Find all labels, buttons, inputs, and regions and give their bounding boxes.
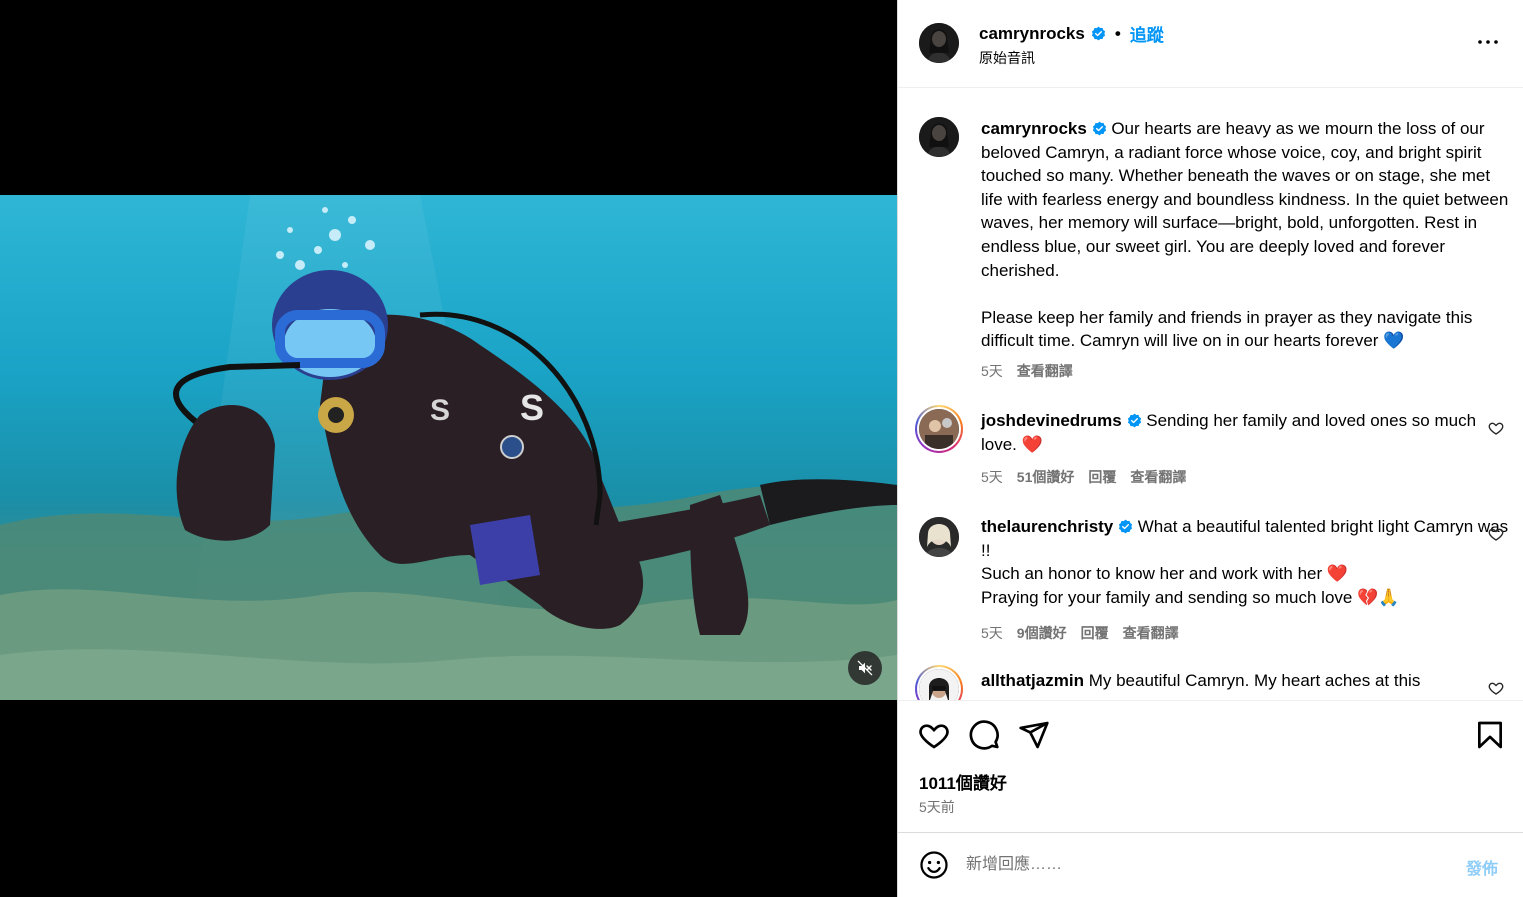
post-header: camrynrocks • 追蹤 原始音訊 bbox=[898, 0, 1523, 88]
reply-button[interactable]: 回覆 bbox=[1081, 623, 1109, 643]
comment-body-line-3: Praying for your family and sending so m… bbox=[981, 587, 1400, 607]
comment-text: allthatjazmin My beautiful Camryn. My he… bbox=[981, 669, 1511, 693]
see-translation-button[interactable]: 查看翻譯 bbox=[1123, 623, 1179, 643]
emoji-picker-icon[interactable] bbox=[919, 850, 949, 880]
save-bookmark-icon[interactable] bbox=[1474, 719, 1506, 751]
like-comment-heart-icon[interactable] bbox=[1488, 526, 1504, 542]
caption-meta: 5天 查看翻譯 bbox=[981, 361, 1073, 381]
like-comment-heart-icon[interactable] bbox=[1488, 420, 1504, 436]
commenter-avatar[interactable] bbox=[919, 517, 959, 557]
post-dialog: S S camrynrocks • 追蹤 原始音訊 camrynrocks Ou… bbox=[0, 0, 1523, 897]
author-avatar[interactable] bbox=[919, 23, 959, 63]
caption-username[interactable]: camrynrocks bbox=[981, 119, 1087, 138]
muted-speaker-icon bbox=[857, 660, 873, 676]
comment-text: thelaurenchristy What a beautiful talent… bbox=[981, 515, 1511, 609]
comment-avatar-story-ring[interactable] bbox=[915, 665, 963, 700]
caption-paragraph-2: Please keep her family and friends in pr… bbox=[981, 307, 1473, 351]
commenter-username[interactable]: allthatjazmin bbox=[981, 671, 1084, 690]
comment-avatar-story-ring[interactable] bbox=[915, 405, 963, 453]
post-actions: 1011個讚好 5天前 bbox=[898, 700, 1523, 832]
media-pane: S S bbox=[0, 0, 897, 897]
like-heart-icon[interactable] bbox=[918, 719, 950, 751]
reply-button[interactable]: 回覆 bbox=[1088, 467, 1116, 487]
comments-list[interactable]: camrynrocks Our hearts are heavy as we m… bbox=[898, 89, 1523, 700]
author-line: camrynrocks • 追蹤 bbox=[979, 21, 1164, 46]
video-player[interactable]: S S bbox=[0, 195, 897, 700]
separator-dot: • bbox=[1114, 23, 1121, 43]
see-translation-button[interactable]: 查看翻譯 bbox=[1017, 361, 1073, 381]
mute-toggle-button[interactable] bbox=[848, 651, 882, 685]
comment-body-line-2: Such an honor to know her and work with … bbox=[981, 564, 1349, 584]
author-username[interactable]: camrynrocks bbox=[979, 24, 1085, 44]
video-frame-illustration: S S bbox=[0, 195, 897, 700]
verified-badge-icon bbox=[1092, 121, 1106, 136]
verified-badge-icon bbox=[1091, 26, 1105, 41]
verified-badge-icon bbox=[1118, 519, 1133, 534]
commenter-username[interactable]: thelaurenchristy bbox=[981, 517, 1113, 536]
comment-meta: 5天 51個讚好 回覆 查看翻譯 bbox=[981, 467, 1186, 487]
comment-body: My beautiful Camryn. My heart aches at t… bbox=[1088, 671, 1421, 690]
comment-text: joshdevinedrums Sending her family and l… bbox=[981, 409, 1511, 456]
post-likes-count[interactable]: 1011個讚好 bbox=[919, 769, 1007, 794]
svg-text:S: S bbox=[520, 387, 544, 428]
caption-text: camrynrocks Our hearts are heavy as we m… bbox=[981, 117, 1511, 353]
post-side-panel: camrynrocks • 追蹤 原始音訊 camrynrocks Our he… bbox=[897, 0, 1523, 897]
commenter-avatar bbox=[919, 669, 959, 700]
share-paper-plane-icon[interactable] bbox=[1018, 719, 1050, 751]
comment-bubble-icon[interactable] bbox=[968, 719, 1000, 751]
comment-age[interactable]: 5天 bbox=[981, 623, 1003, 643]
like-comment-heart-icon[interactable] bbox=[1488, 680, 1504, 696]
post-timestamp[interactable]: 5天前 bbox=[919, 797, 955, 817]
commenter-avatar bbox=[919, 409, 959, 449]
caption-paragraph-1: Our hearts are heavy as we mourn the los… bbox=[981, 119, 1509, 280]
verified-badge-icon bbox=[1127, 413, 1141, 428]
add-comment-input[interactable] bbox=[966, 853, 1416, 877]
caption-author-avatar[interactable] bbox=[919, 117, 959, 157]
comment-likes-count[interactable]: 9個讚好 bbox=[1017, 623, 1067, 643]
post-comment-button[interactable]: 發佈 bbox=[1466, 855, 1498, 879]
see-translation-button[interactable]: 查看翻譯 bbox=[1130, 467, 1186, 487]
comment-age[interactable]: 5天 bbox=[981, 467, 1003, 487]
add-comment-bar: 發佈 bbox=[898, 832, 1523, 897]
follow-button[interactable]: 追蹤 bbox=[1130, 21, 1164, 46]
comment-meta: 5天 9個讚好 回覆 查看翻譯 bbox=[981, 623, 1179, 643]
svg-text:S: S bbox=[430, 394, 450, 427]
original-audio-link[interactable]: 原始音訊 bbox=[979, 48, 1035, 68]
commenter-username[interactable]: joshdevinedrums bbox=[981, 411, 1122, 430]
caption-age[interactable]: 5天 bbox=[981, 361, 1003, 381]
more-options-icon[interactable] bbox=[1476, 30, 1500, 54]
comment-likes-count[interactable]: 51個讚好 bbox=[1017, 467, 1075, 487]
